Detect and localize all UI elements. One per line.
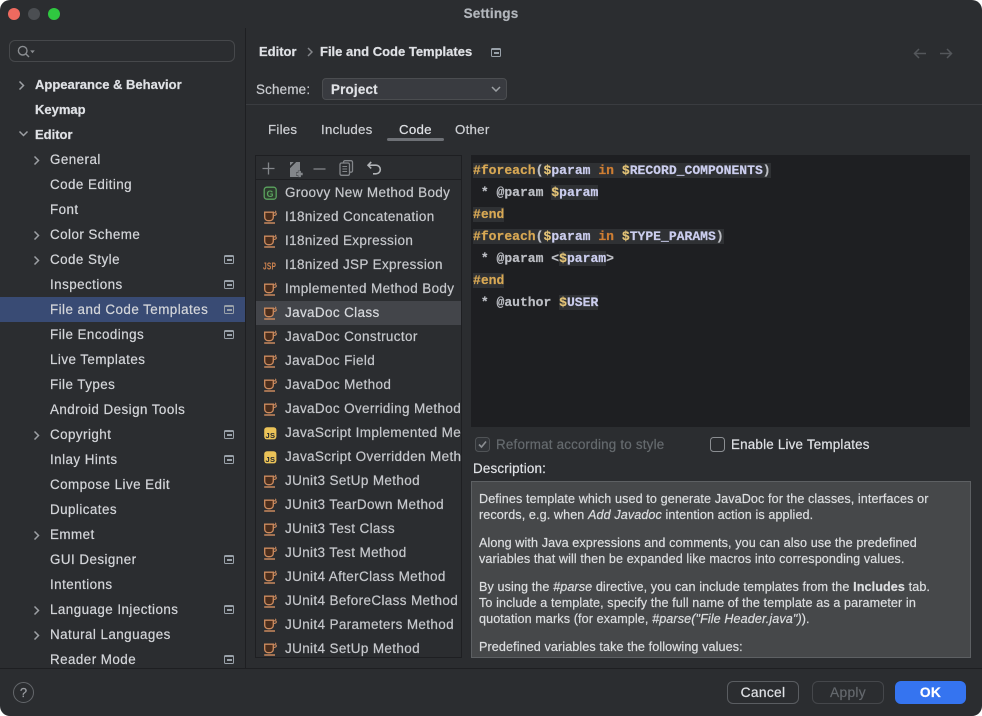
- svg-text:G: G: [267, 189, 274, 199]
- svg-text:JSP: JSP: [263, 262, 276, 273]
- svg-text:JS: JS: [266, 455, 276, 464]
- svg-text:JS: JS: [266, 431, 276, 440]
